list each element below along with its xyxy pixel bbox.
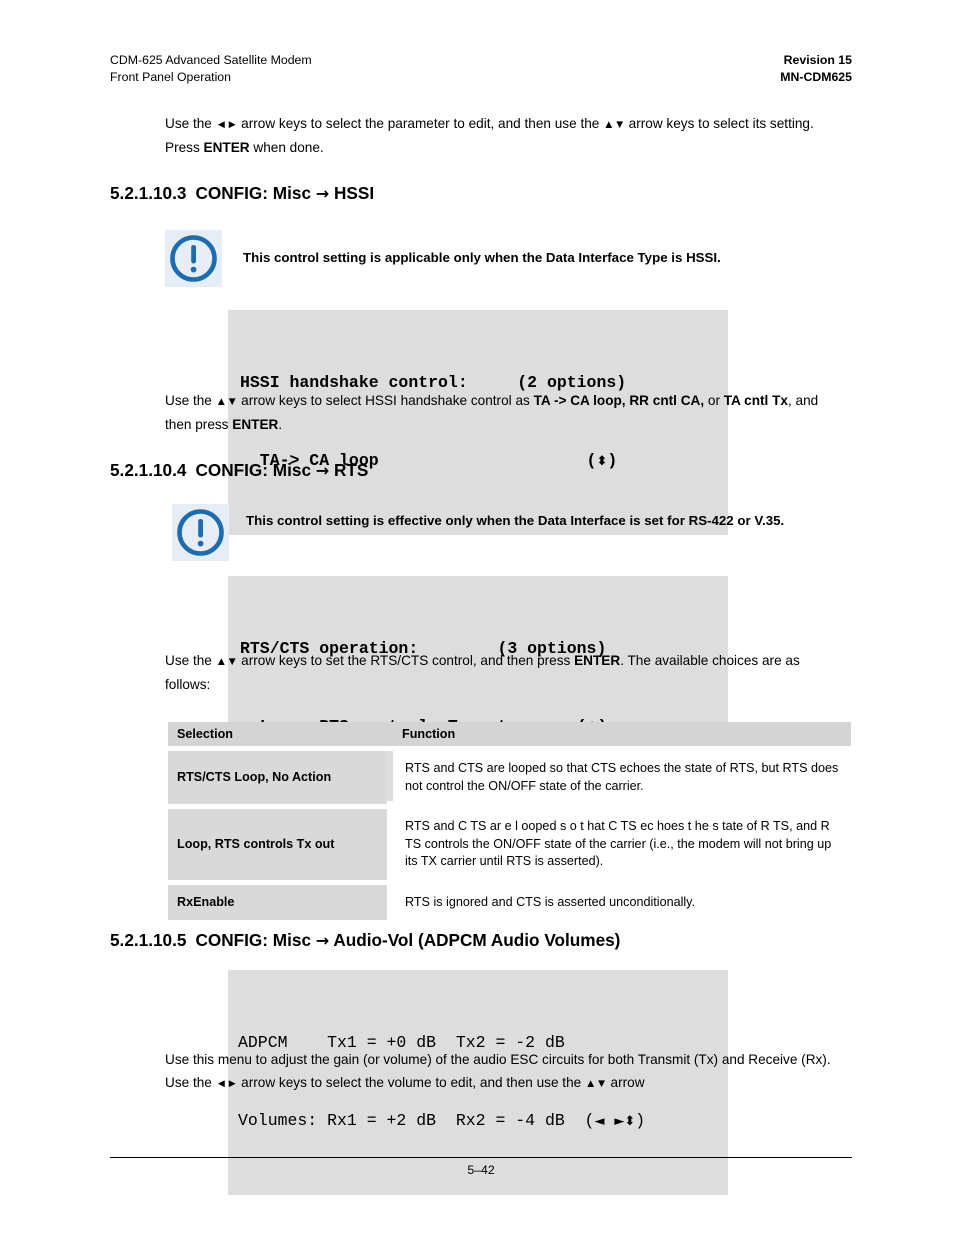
- cell-selection: Loop, RTS controls Tx out: [168, 809, 387, 880]
- heading-audio-prefix: CONFIG: Misc: [195, 930, 316, 950]
- enter-key-label: ENTER: [232, 416, 279, 432]
- left-right-arrow-icon: ◄►: [215, 119, 238, 131]
- hssi-text-3: or: [704, 393, 724, 408]
- cell-function: RTS and CTS are looped so that CTS echoe…: [393, 751, 851, 804]
- right-arrow-icon: →: [315, 931, 330, 950]
- note-box-rts: This control setting is effective only w…: [172, 504, 852, 564]
- lcd-hssi-line2-tail: ): [607, 451, 618, 470]
- header-part-number: MN-CDM625: [780, 70, 852, 84]
- header-left: CDM-625 Advanced Satellite Modem Front P…: [110, 52, 312, 86]
- hssi-text-5: .: [278, 416, 283, 432]
- column-header-function: Function: [393, 722, 851, 746]
- table-row: RTS/CTS Loop, No Action RTS and CTS are …: [168, 751, 851, 804]
- up-down-arrow-icon: ▲▼: [584, 1077, 607, 1090]
- lcd-audio-line2-tail: ): [635, 1111, 646, 1130]
- right-arrow-icon: →: [315, 184, 330, 203]
- heading-audio-number: 5.2.1.10.5: [110, 930, 187, 950]
- cell-selection: RxEnable: [168, 884, 387, 920]
- left-arrow-icon: ◄: [594, 1114, 605, 1129]
- heading-audio-vol: 5.2.1.10.5 CONFIG: Misc → Audio-Vol (ADPC…: [110, 929, 620, 952]
- table-row: RxEnable RTS is ignored and CTS is asser…: [168, 884, 851, 920]
- intro-text-1: Use the: [165, 116, 216, 131]
- header-document-title: CDM-625 Advanced Satellite Modem: [110, 53, 312, 67]
- rts-text-2: arrow keys to set the RTS/CTS control, a…: [237, 653, 575, 668]
- note-text-hssi: This control setting is applicable only …: [243, 250, 721, 265]
- header-chapter-title: Front Panel Operation: [110, 70, 231, 84]
- hssi-option-1: TA -> CA loop, RR cntl CA,: [533, 393, 705, 408]
- hssi-option-2: TA cntl Tx: [723, 393, 788, 408]
- paragraph-audio: Use this menu to adjust the gain (or vol…: [165, 1049, 843, 1095]
- enter-key-label: ENTER: [574, 653, 621, 668]
- up-down-arrow-icon: ▲▼: [603, 119, 625, 131]
- intro-text-2: arrow keys to select the parameter to ed…: [237, 116, 604, 131]
- lcd-audio-line2-text: Volumes: Rx1 = +2 dB Rx2 = -4 dB (: [238, 1111, 595, 1130]
- hssi-text-1: Use the: [165, 393, 216, 408]
- header-revision: Revision 15: [783, 53, 852, 67]
- up-down-arrow-icon: ▲▼: [215, 656, 238, 668]
- column-header-selection: Selection: [168, 722, 387, 746]
- table-header-row: Selection Function: [168, 722, 851, 746]
- up-down-arrow-icon: ⬍: [596, 454, 608, 469]
- heading-rts-suffix: RTS: [329, 460, 369, 480]
- heading-rts-prefix: CONFIG: Misc: [195, 460, 316, 480]
- rts-selection-table: Selection Function RTS/CTS Loop, No Acti…: [168, 722, 851, 920]
- intro-paragraph: Use the ◄► arrow keys to select the para…: [165, 113, 843, 159]
- note-box-hssi: This control setting is applicable only …: [165, 230, 845, 290]
- heading-hssi-suffix: HSSI: [329, 183, 375, 203]
- document-page: CDM-625 Advanced Satellite Modem Front P…: [0, 0, 954, 1235]
- left-right-arrow-icon: ◄►: [215, 1077, 238, 1090]
- heading-rts-number: 5.2.1.10.4: [110, 460, 187, 480]
- hssi-text-2: arrow keys to select HSSI handshake cont…: [237, 393, 534, 408]
- audio-text-2: arrow keys to select the volume to edit,…: [237, 1074, 585, 1090]
- cell-function: RTS and C TS ar e l ooped s o t hat C TS…: [393, 809, 851, 880]
- heading-rts: 5.2.1.10.4 CONFIG: Misc → RTS: [110, 459, 368, 482]
- intro-text-4: when done.: [249, 139, 324, 155]
- right-arrow-icon: ►: [614, 1114, 625, 1129]
- heading-hssi: 5.2.1.10.3 CONFIG: Misc → HSSI: [110, 182, 374, 205]
- audio-text-3: arrow: [606, 1074, 645, 1090]
- heading-hssi-prefix: CONFIG: Misc: [195, 183, 316, 203]
- paragraph-rts: Use the ▲▼ arrow keys to set the RTS/CTS…: [165, 650, 843, 696]
- up-down-arrow-icon: ⬍: [624, 1114, 636, 1129]
- heading-audio-suffix: Audio-Vol (ADPCM Audio Volumes): [329, 930, 621, 950]
- exclamation-circle-icon: [172, 504, 229, 561]
- cell-selection: RTS/CTS Loop, No Action: [168, 751, 387, 804]
- exclamation-circle-icon: [165, 230, 222, 287]
- up-down-arrow-icon: ▲▼: [215, 396, 238, 408]
- rts-text-1: Use the: [165, 653, 216, 668]
- cell-function: RTS is ignored and CTS is asserted uncon…: [393, 884, 851, 920]
- footer-page-number: 5–42: [467, 1163, 495, 1177]
- enter-key-label: ENTER: [203, 139, 250, 155]
- paragraph-hssi: Use the ▲▼ arrow keys to select HSSI han…: [165, 390, 843, 436]
- header-right: Revision 15 MN-CDM625: [780, 52, 852, 86]
- footer-rule: [110, 1157, 852, 1158]
- note-text-rts: This control setting is effective only w…: [246, 513, 785, 528]
- table-row: Loop, RTS controls Tx out RTS and C TS a…: [168, 809, 851, 880]
- heading-hssi-number: 5.2.1.10.3: [110, 183, 187, 203]
- running-header: CDM-625 Advanced Satellite Modem Front P…: [110, 52, 852, 86]
- right-arrow-icon: →: [315, 461, 330, 480]
